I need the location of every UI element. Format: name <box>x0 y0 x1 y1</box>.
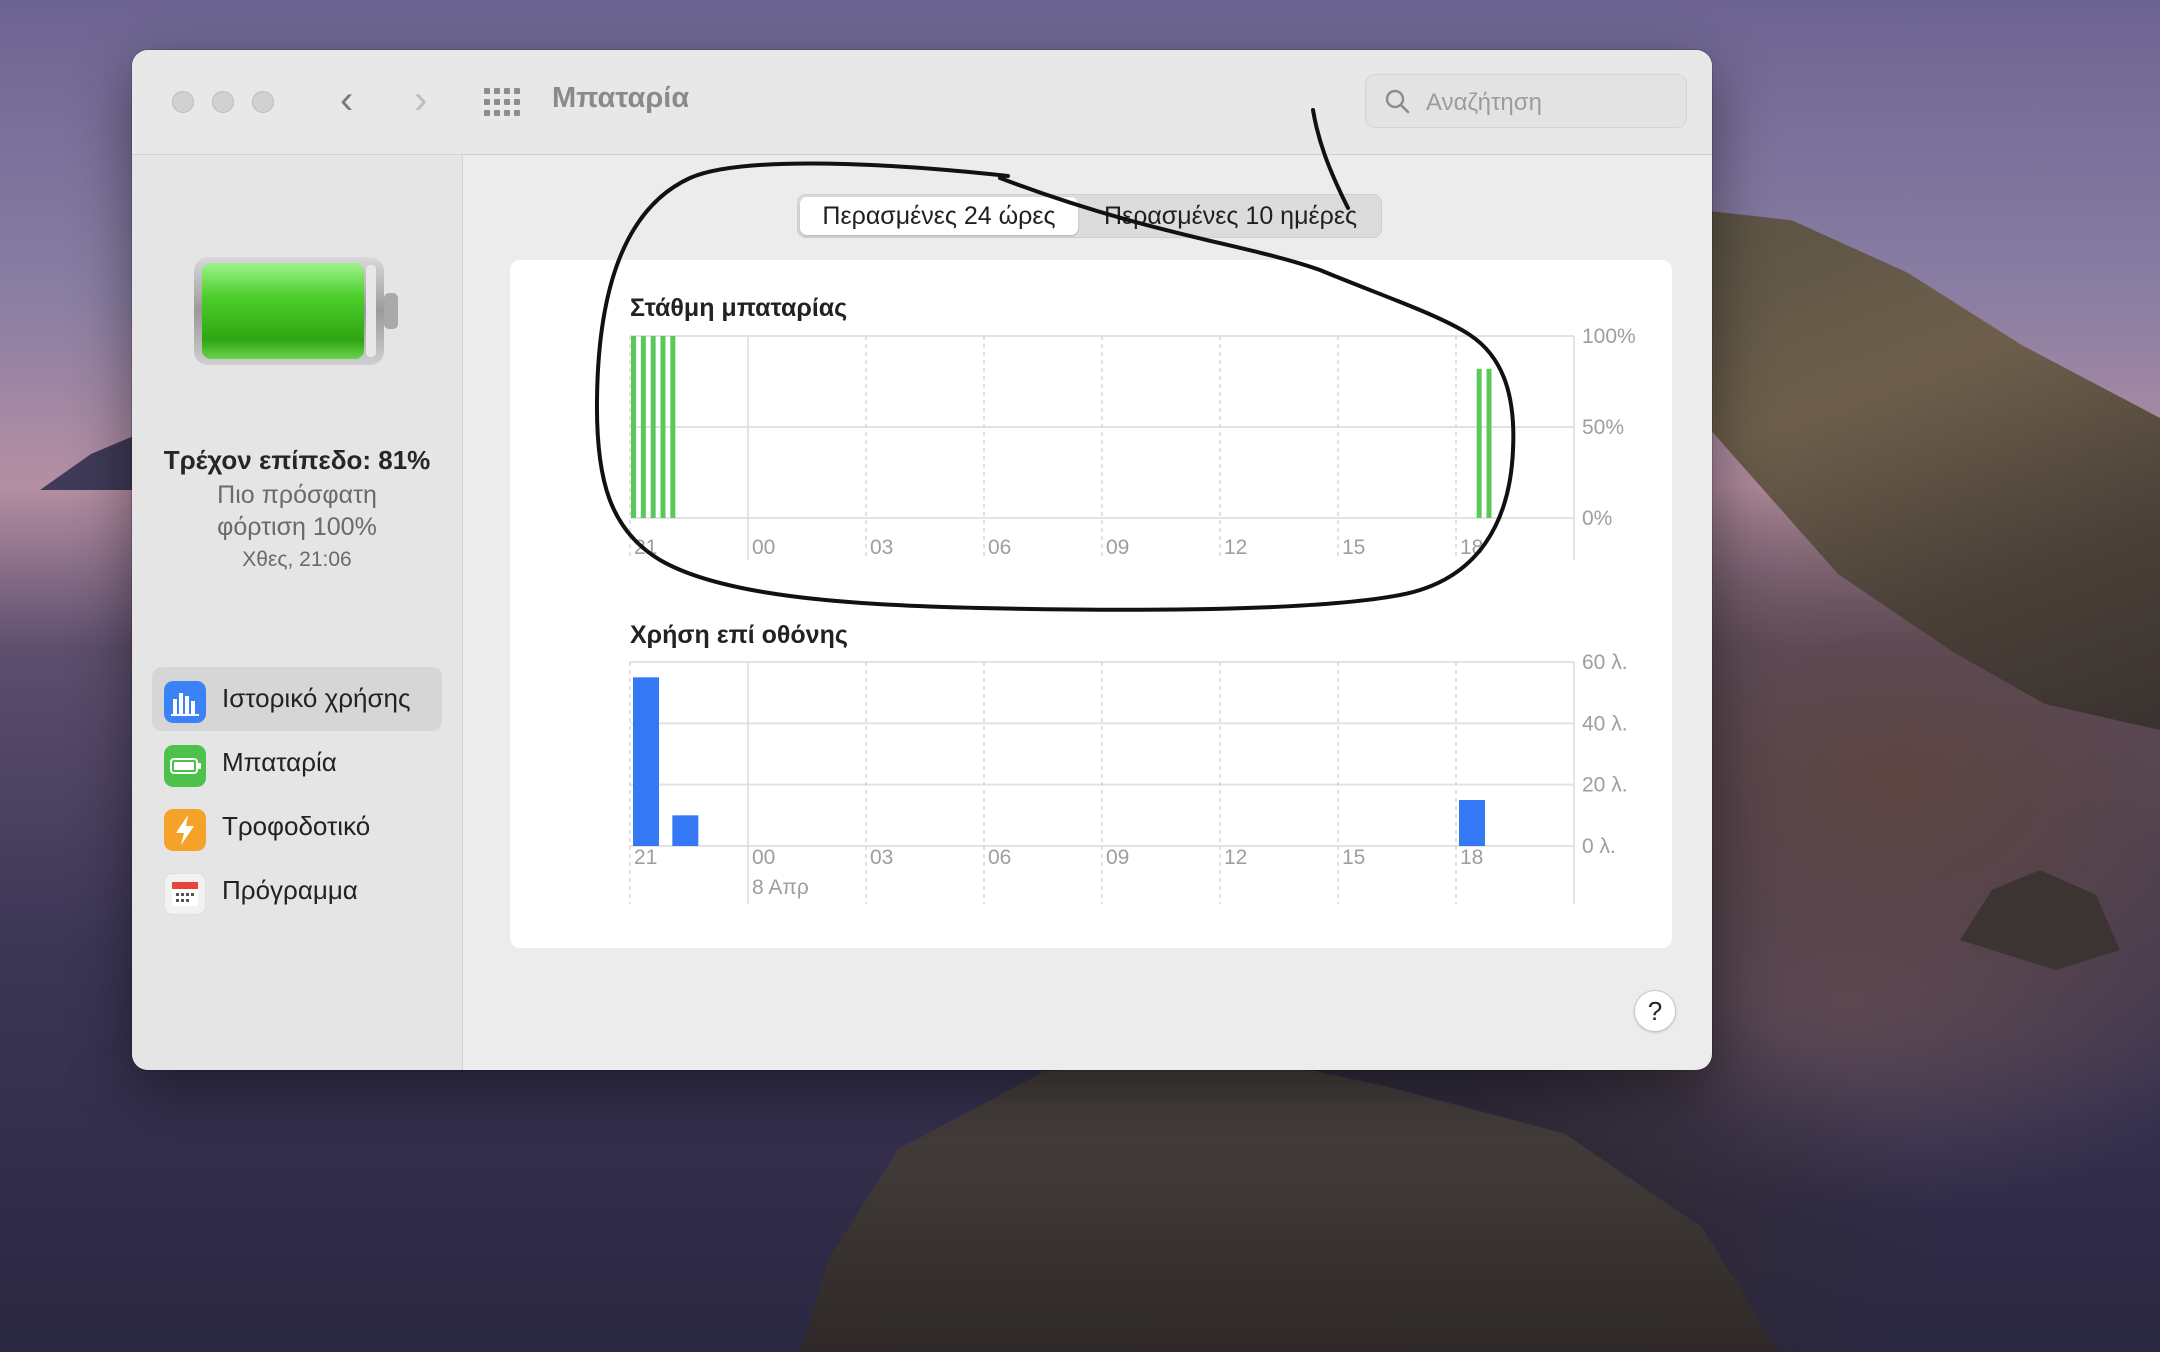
y-tick-label: 40 λ. <box>1582 712 1628 735</box>
y-tick-label: 0 λ. <box>1582 835 1616 858</box>
last-charge-info: Πιο πρόσφατη φόρτιση 100% <box>132 479 462 543</box>
battery-icon <box>164 745 206 787</box>
sidebar-item-label: Τροφοδοτικό <box>222 811 371 841</box>
sidebar-item-power-adapter[interactable]: Τροφοδοτικό <box>152 795 442 859</box>
sidebar-item-battery[interactable]: Μπαταρία <box>152 731 442 795</box>
x-tick-label: 21 <box>634 846 657 869</box>
data-bar <box>672 815 699 846</box>
x-tick-label: 09 <box>1106 846 1129 869</box>
data-bar <box>633 677 659 846</box>
sidebar-item-label: Ιστορικό χρήσης <box>222 683 411 713</box>
battery-preferences-window: ‹ › Μπαταρία Αναζήτηση Τρέχον επίπεδο: 8… <box>132 50 1712 1070</box>
x-date-label: 8 Απρ <box>752 876 809 899</box>
window-title: Μπαταρία <box>552 82 690 114</box>
back-icon[interactable]: ‹ <box>340 78 353 122</box>
x-tick-label: 18 <box>1460 846 1483 869</box>
x-tick-label: 15 <box>1342 846 1365 869</box>
search-placeholder: Αναζήτηση <box>1426 89 1542 116</box>
x-tick-label: 06 <box>988 846 1011 869</box>
background-cliff <box>1700 210 2160 730</box>
help-button[interactable]: ? <box>1634 990 1676 1032</box>
current-level: Τρέχον επίπεδο: 81% <box>163 445 431 475</box>
last-charge-time: Χθες, 21:06 <box>242 548 352 571</box>
y-tick-label: 20 λ. <box>1582 774 1628 797</box>
tab-last-24-hours[interactable]: Περασμένες 24 ώρες <box>800 197 1078 235</box>
background-rock <box>1960 870 2120 970</box>
close-button[interactable] <box>172 91 194 113</box>
sidebar: Τρέχον επίπεδο: 81% Πιο πρόσφατη φόρτιση… <box>132 155 463 1070</box>
time-range-control: Περασμένες 24 ώρες Περασμένες 10 ημέρες <box>797 194 1382 238</box>
sidebar-item-label: Πρόγραμμα <box>222 875 358 905</box>
last-charge-line1: Πιο πρόσφατη <box>217 481 377 509</box>
usage-history-icon <box>164 681 206 723</box>
zoom-button[interactable] <box>252 91 274 113</box>
last-charge-line2: φόρτιση 100% <box>217 513 377 541</box>
title-bar: ‹ › Μπαταρία Αναζήτηση <box>132 50 1712 155</box>
power-adapter-icon <box>164 809 206 851</box>
x-tick-label: 00 <box>752 846 775 869</box>
data-bar <box>1459 800 1485 846</box>
search-icon <box>1385 89 1410 114</box>
tab-last-10-days[interactable]: Περασμένες 10 ημέρες <box>1082 197 1379 235</box>
x-tick-label: 03 <box>870 846 893 869</box>
charts-card: Στάθμη μπαταρίας 100% 50% 0% 21 00 03 06 09 12 15… <box>510 260 1672 948</box>
show-all-grid-icon[interactable] <box>484 88 522 118</box>
background-rocks <box>800 1055 1780 1352</box>
minimize-button[interactable] <box>212 91 234 113</box>
schedule-icon <box>164 873 206 915</box>
screen-usage-chart: 60 λ. 40 λ. 20 λ. 0 λ. 21 00 03 06 09 12 15 18 8 Απρ <box>629 651 1628 904</box>
x-tick-label: 12 <box>1224 846 1247 869</box>
sidebar-item-schedule[interactable]: Πρόγραμμα <box>152 859 442 923</box>
y-tick-label: 60 λ. <box>1582 651 1628 674</box>
battery-large-icon <box>194 257 398 365</box>
sidebar-item-usage-history[interactable]: Ιστορικό χρήσης <box>152 667 442 731</box>
forward-icon[interactable]: › <box>414 78 427 122</box>
search-field[interactable]: Αναζήτηση <box>1365 74 1687 128</box>
sidebar-item-label: Μπαταρία <box>222 747 337 777</box>
